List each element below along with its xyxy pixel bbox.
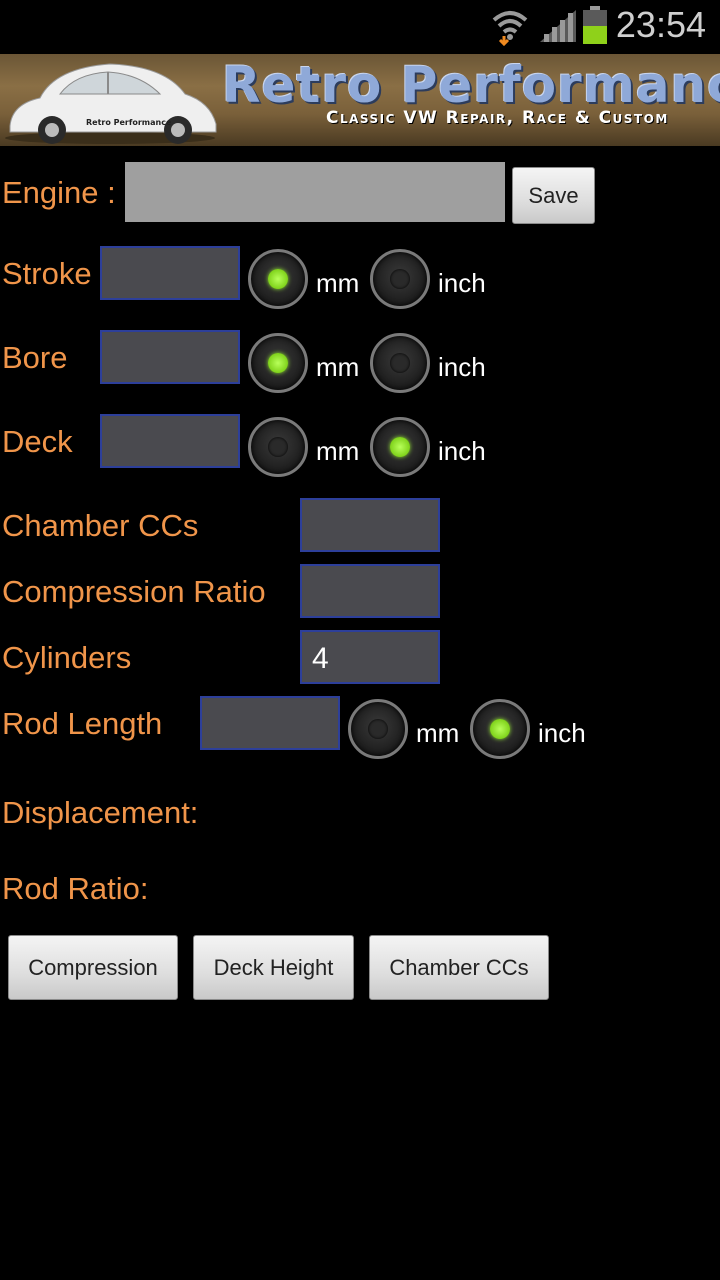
deck-mm-radio[interactable] (248, 417, 308, 477)
bore-inch-label: inch (438, 352, 486, 382)
status-time: 23:54 (615, 4, 706, 45)
rod-length-label: Rod Length (2, 706, 163, 741)
battery-icon (583, 6, 607, 44)
stroke-label: Stroke (2, 256, 92, 291)
stroke-inch-label: inch (438, 268, 486, 298)
car-decal-text: Retro Performance (86, 118, 172, 127)
bore-label: Bore (2, 340, 68, 375)
compression-ratio-input[interactable] (300, 564, 440, 618)
app-banner: Retro Performance Retro Performance Clas… (0, 54, 720, 146)
engine-label: Engine : (2, 175, 116, 210)
bore-input[interactable] (100, 330, 240, 384)
stroke-mm-radio[interactable] (248, 249, 308, 309)
engine-name-input[interactable] (125, 162, 505, 222)
rod-length-inch-label: inch (538, 718, 586, 748)
cylinders-label: Cylinders (2, 640, 132, 675)
banner-title: Retro Performance (222, 56, 720, 114)
rod-length-mm-radio[interactable] (348, 699, 408, 759)
deck-label: Deck (2, 424, 73, 459)
wifi-icon (492, 11, 528, 46)
rod-length-inch-radio[interactable] (470, 699, 530, 759)
chamber-ccs-input[interactable] (300, 498, 440, 552)
compression-ratio-label: Compression Ratio (2, 574, 266, 609)
chamber-ccs-button[interactable]: Chamber CCs (369, 935, 549, 1000)
rod-ratio-label: Rod Ratio: (2, 871, 149, 906)
beetle-car-image: Retro Performance (5, 63, 217, 144)
bore-mm-radio[interactable] (248, 333, 308, 393)
cylinders-input[interactable]: 4 (300, 630, 440, 684)
rod-length-input[interactable] (200, 696, 340, 750)
status-bar: 23:54 (0, 0, 720, 50)
stroke-inch-radio[interactable] (370, 249, 430, 309)
deck-inch-label: inch (438, 436, 486, 466)
deck-mm-label: mm (316, 436, 360, 466)
deck-height-button[interactable]: Deck Height (193, 935, 354, 1000)
compression-button[interactable]: Compression (8, 935, 178, 1000)
stroke-mm-label: mm (316, 268, 360, 298)
bore-mm-label: mm (316, 352, 360, 382)
chamber-ccs-label: Chamber CCs (2, 508, 199, 543)
save-button[interactable]: Save (512, 167, 595, 224)
bore-inch-radio[interactable] (370, 333, 430, 393)
stroke-input[interactable] (100, 246, 240, 300)
deck-inch-radio[interactable] (370, 417, 430, 477)
deck-input[interactable] (100, 414, 240, 468)
rod-length-mm-label: mm (416, 718, 460, 748)
displacement-label: Displacement: (2, 795, 199, 830)
banner-subtitle: Classic VW Repair, Race & Custom (326, 108, 669, 128)
signal-icon (540, 10, 576, 42)
